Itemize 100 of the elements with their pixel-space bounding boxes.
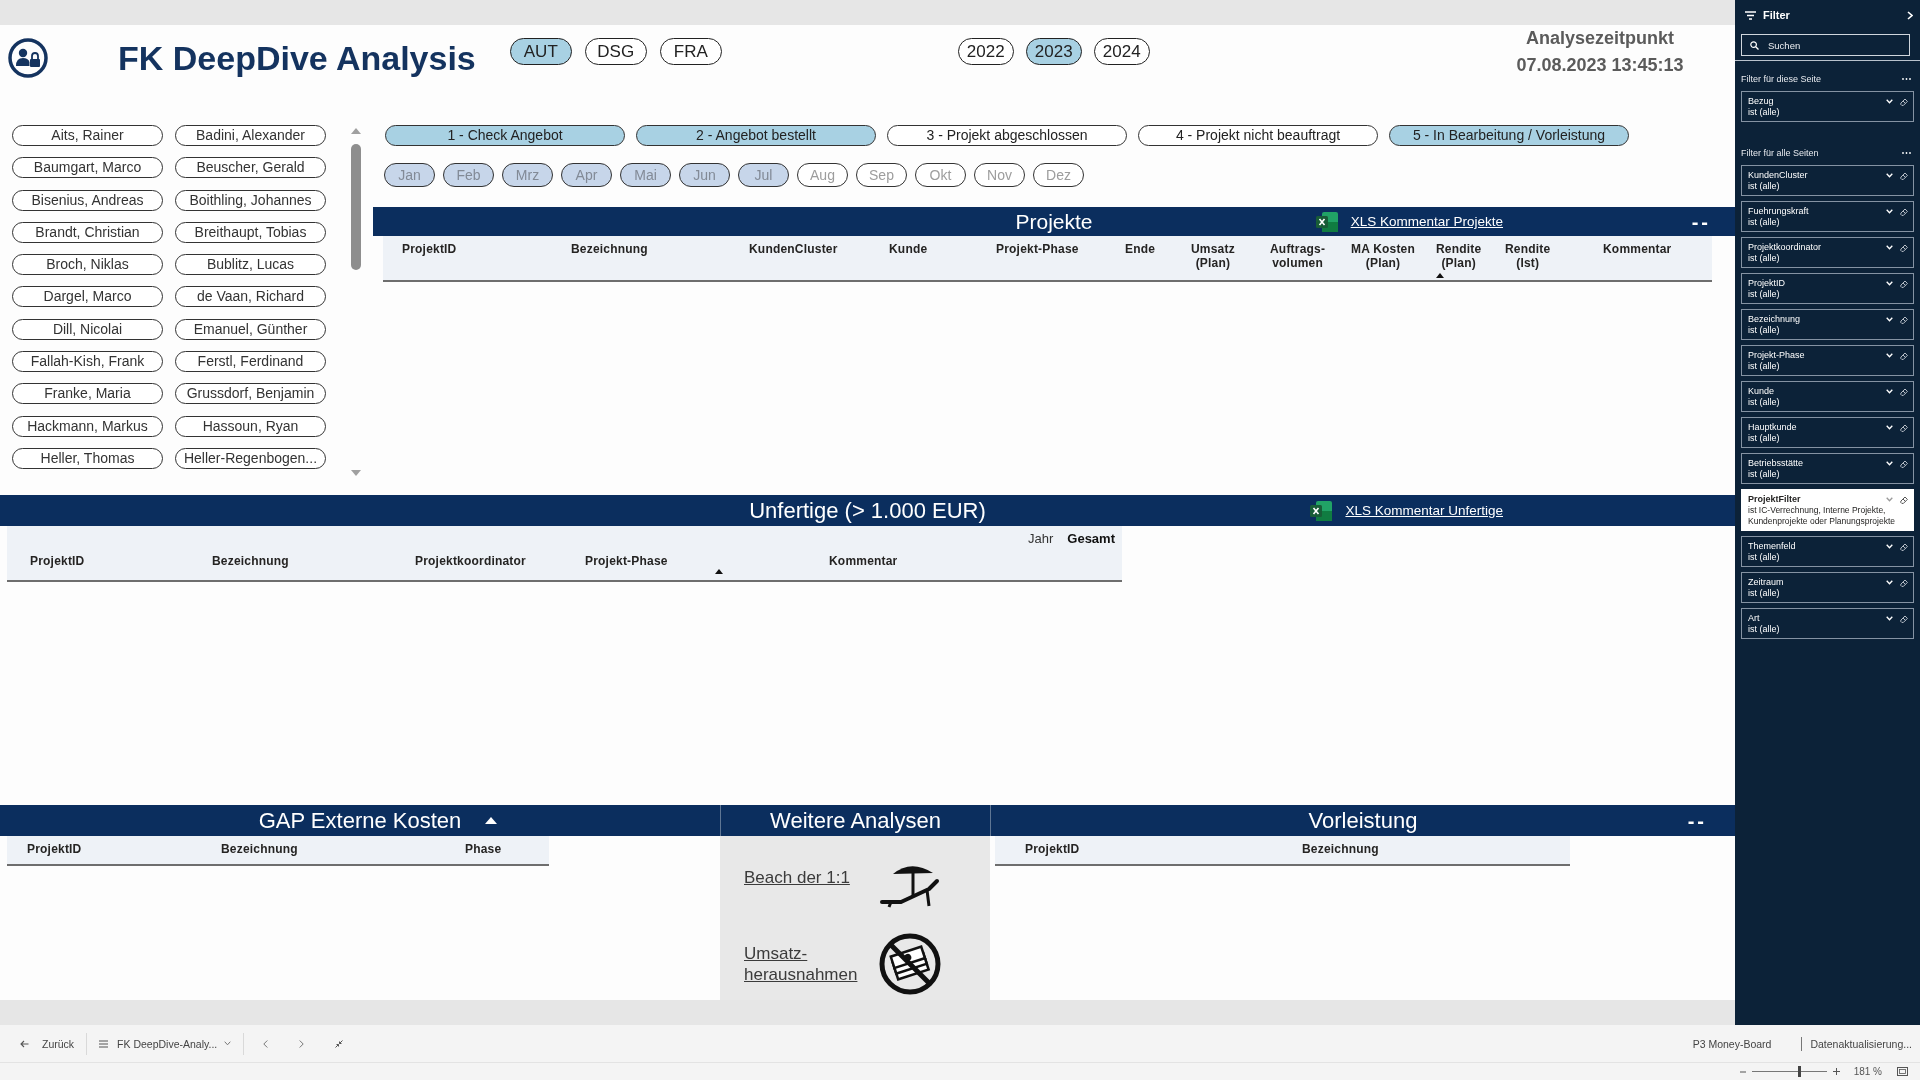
person-filter-button[interactable]: Breithaupt, Tobias [175,221,326,243]
year-button[interactable]: 2023 [1025,38,1082,65]
person-filter-button[interactable]: Boithling, Johannes [175,189,326,211]
phase-button[interactable]: 2 - Angebot bestellt [636,125,876,146]
export-link[interactable]: XLS Kommentar Unfertige [1345,503,1503,518]
filter-card[interactable]: ProjektFilter ist IC-Verrechnung, Interne Projekte, Kundenprojekte oder Planungsprojekte [1741,489,1914,531]
person-filter-button[interactable]: Dill, Nicolai [12,318,163,340]
region-button[interactable]: DSG [584,38,647,65]
person-filter-button[interactable]: de Vaan, Richard [175,286,326,308]
column-header: Bezeichnung [221,842,298,856]
section-title: Filter für diese Seite [1741,74,1822,84]
chevron-down-icon [224,1041,232,1046]
column-header: Auftrags- volumen [1270,242,1326,270]
scroll-down-icon[interactable] [350,470,361,476]
filter-condition: ist (alle) [1748,181,1780,192]
filter-field-name: Themenfeld [1748,541,1796,552]
no-money-icon[interactable] [879,933,941,995]
filter-condition: ist (alle) [1748,397,1780,408]
filter-field-name: Bezug [1748,96,1774,107]
sort-arrow-icon[interactable] [1436,273,1444,278]
list-icon [99,1039,109,1048]
dash-button[interactable]: -- [1691,211,1711,232]
plus-icon[interactable] [1832,1068,1840,1075]
collapse-arrows-icon[interactable] [335,1039,344,1048]
phase-button[interactable]: 3 - Projekt abgeschlossen [887,125,1127,146]
filter-field-name: Projekt-Phase [1748,350,1805,361]
person-filter-button[interactable]: Heller-Regenbogen... [175,447,326,469]
year-button[interactable]: 2022 [957,38,1014,65]
filter-field-name: Kunde [1748,386,1775,397]
year-button[interactable]: 2024 [1093,38,1150,65]
panel-title: Unfertige (> 1.000 EUR) [749,497,986,524]
back-button[interactable]: Zurück [20,1033,75,1054]
panel-title: GAP Externe Kosten [258,807,462,834]
column-header: Projekt-Phase [585,554,668,568]
spreadsheet-icon[interactable] [1315,211,1338,232]
filter-field-name: ProjektFilter [1748,494,1801,505]
person-filter-button[interactable]: Baumgart, Marco [12,157,163,179]
refresh-status[interactable]: Datenaktualisierung... [1810,1037,1912,1050]
person-filter-button[interactable]: Badini, Alexander [175,125,326,146]
filter-condition: ist IC-Verrechnung, Interne Projekte, Kundenprojekte oder Planungsprojekte [1748,505,1896,527]
column-header: KundenCluster [749,242,838,256]
region-button[interactable]: FRA [659,38,722,65]
analysis-link[interactable]: Beach der 1:1 [744,867,850,888]
person-filter-button[interactable]: Beuscher, Gerald [175,157,326,179]
person-filter-button[interactable]: Broch, Niklas [12,254,163,276]
report-name[interactable]: P3 Money-Board [1692,1037,1772,1050]
person-filter-button[interactable]: Emanuel, Günther [175,318,326,340]
filter-field-name: Zeitraum [1748,577,1784,588]
person-filter-button[interactable]: Dargel, Marco [12,286,163,308]
dash-button[interactable]: -- [1687,810,1707,831]
page-selector[interactable]: FK DeepDive-Analy... [99,1033,232,1054]
spreadsheet-icon[interactable] [1310,500,1333,521]
column-header: Bezeichnung [571,242,648,256]
person-filter-button[interactable]: Ferstl, Ferdinand [175,351,326,373]
panel-title: Projekte [1015,209,1093,234]
person-filter-button[interactable]: Grussdorf, Benjamin [175,383,326,405]
filter-condition: ist (alle) [1748,107,1780,118]
column-header: ProjektID [1025,842,1080,856]
sort-arrow-icon[interactable] [714,569,723,574]
person-filter-button[interactable]: Bublitz, Lucas [175,254,326,276]
eraser-icon[interactable] [1900,495,1908,504]
person-filter-button[interactable]: Heller, Thomas [12,447,163,469]
export-link[interactable]: XLS Kommentar Projekte [1350,214,1503,229]
person-filter-button[interactable]: Hassoun, Ryan [175,415,326,437]
filter-field-name: Fuehrungskraft [1748,206,1809,217]
column-header: Kommentar [1603,242,1672,256]
filter-condition: ist (alle) [1748,552,1780,563]
column-header: Umsatz (Plan) [1191,242,1235,270]
person-filter-button[interactable]: Bisenius, Andreas [12,189,163,211]
scroll-up-icon[interactable] [350,128,361,134]
filter-field-name: Betriebsstätte [1748,458,1804,469]
phase-button[interactable]: 1 - Check Angebot [385,125,625,146]
search-field[interactable]: Suchen [1741,34,1910,56]
person-filter-button[interactable]: Brandt, Christian [12,221,163,243]
phase-button[interactable]: 5 - In Bearbeitung / Vorleistung [1389,125,1629,146]
chevron-left-icon[interactable] [263,1039,269,1048]
region-button[interactable]: AUT [509,38,572,65]
analysis-time-label: Analysezeitpunkt [1525,27,1674,50]
filter-condition: ist (alle) [1748,325,1780,336]
phase-button[interactable]: 4 - Projekt nicht beauftragt [1138,125,1378,146]
person-filter-button[interactable]: Franke, Maria [12,383,163,405]
filter-condition: ist (alle) [1748,253,1780,264]
column-group-value: Gesamt [1067,531,1115,546]
analysis-link[interactable]: Umsatz- herausnahmen [744,943,858,985]
person-filter-button[interactable]: Fallah-Kish, Frank [12,351,163,373]
filter-condition: ist (alle) [1748,289,1780,300]
column-header: Rendite (Plan) [1436,242,1482,270]
fit-page-icon[interactable] [1897,1067,1908,1076]
column-header: ProjektID [402,242,457,256]
scrollbar-thumb[interactable] [350,144,361,270]
filter-field-name: ProjektID [1748,278,1785,289]
person-filter-button[interactable]: Aits, Rainer [12,125,163,146]
person-filter-button[interactable]: Hackmann, Markus [12,415,163,437]
column-header: MA Kosten (Plan) [1351,242,1416,270]
filter-condition: ist (alle) [1748,469,1780,480]
column-header: Rendite (Ist) [1505,242,1551,270]
filter-condition: ist (alle) [1748,217,1780,228]
caret-up-icon[interactable] [485,817,498,824]
zoom-slider-thumb[interactable] [1798,1066,1802,1077]
column-header: ProjektID [27,842,82,856]
